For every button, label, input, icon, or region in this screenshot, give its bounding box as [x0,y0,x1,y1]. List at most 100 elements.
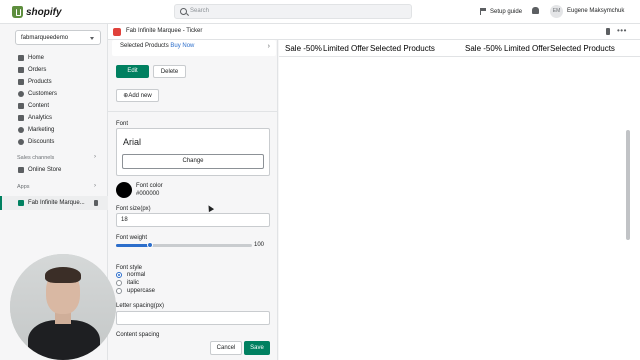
store-icon [18,167,24,173]
font-size-input[interactable]: 18 [116,213,270,227]
sidebar-item-label: Analytics [28,115,53,121]
selected-products-label: Selected Products [120,43,169,49]
change-font-button[interactable]: Change [122,154,264,169]
ticker-item: Selected Products [370,44,435,53]
chevron-right-icon[interactable]: › [94,183,96,189]
sidebar-item-label: Discounts [28,139,55,145]
document-icon [18,103,24,109]
flag-icon [480,8,486,15]
settings-panel: Selected Products Buy Now › Edit Delete … [108,40,278,360]
pin-icon[interactable] [94,200,98,206]
presenter-body [28,320,100,360]
sidebar-item-home[interactable]: Home [0,52,108,64]
font-color-value: #000000 [136,191,160,197]
radio-button[interactable] [116,288,122,294]
content-spacing-label: Content spacing [116,332,160,338]
edit-button[interactable]: Edit [116,65,149,78]
home-icon [18,55,24,61]
font-color-swatch[interactable] [116,182,132,198]
search-input[interactable]: Search [174,4,412,19]
font-style-option[interactable]: uppercase [116,288,155,294]
sidebar-item-label: Content [28,103,50,109]
more-options-icon[interactable]: ••• [617,26,627,35]
sidebar-item-orders[interactable]: Orders [0,64,108,76]
buy-now-link[interactable]: Buy Now [170,43,194,49]
ticker-item: Limited Offer [323,44,369,53]
cancel-button[interactable]: Cancel [210,341,242,355]
user-name[interactable]: Eugene Maksymchuk [567,8,624,14]
scrollbar[interactable] [626,130,630,240]
sales-channels-heading[interactable]: Sales channels [17,155,54,161]
marquee-preview: Sale -50% Limited Offer Selected Product… [279,40,640,360]
sidebar-item-app[interactable]: Fab Infinite Marque... [0,196,108,210]
save-button[interactable]: Save [244,341,270,355]
chevron-right-icon: › [267,43,270,50]
radio-label: uppercase [127,288,156,294]
letter-spacing-label: Letter spacing(px) [116,303,165,309]
apps-heading[interactable]: Apps [17,184,30,190]
sidebar-item-marketing[interactable]: Marketing [0,124,108,136]
radio-button[interactable] [116,272,122,278]
tag-icon [18,79,24,85]
sidebar-item-analytics[interactable]: Analytics [0,112,108,124]
delete-button[interactable]: Delete [153,65,186,78]
add-new-button[interactable]: ⊕Add new [116,89,159,102]
font-weight-slider[interactable] [116,242,252,248]
sidebar-item-label: Orders [28,67,47,73]
font-color-label: Font color [136,183,163,189]
shopify-bag-icon [12,6,23,18]
font-size-label: Font size(px) [116,206,151,212]
font-style-option[interactable]: italic [116,280,139,286]
sidebar-item-discounts[interactable]: Discounts [0,136,108,148]
font-weight-label: Font weight [116,235,148,241]
bar-chart-icon [18,115,24,121]
sidebar-item-label: Online Store [28,167,62,173]
font-style-label: Font style [116,265,143,271]
app-header: Fab Infinite Marquee - Ticker ••• [108,24,640,40]
font-card: Arial Change [116,128,270,176]
bell-icon[interactable] [532,7,539,14]
setup-guide-button[interactable]: Setup guide [480,8,522,15]
radio-label: normal [127,272,146,278]
top-bar: shopify Search Setup guide EM Eugene Mak… [0,0,640,24]
ticker-item: Sale -50% [465,44,502,53]
shopify-logo[interactable]: shopify [12,6,62,18]
webcam-overlay [10,254,116,360]
chevron-down-icon [90,37,94,40]
ticker-item: Limited Offer [504,44,550,53]
sidebar-item-customers[interactable]: Customers [0,88,108,100]
sidebar-nav: Home Orders Products Customers Content A… [0,52,108,148]
selected-products-row[interactable]: Selected Products Buy Now › [112,40,276,56]
font-style-option[interactable]: normal [116,272,145,278]
divider [108,111,277,112]
person-icon [18,91,24,97]
sidebar-item-online-store[interactable]: Online Store [0,164,108,176]
store-selector[interactable]: fabmarqueedemo [15,30,101,45]
slider-handle[interactable] [147,242,153,248]
sidebar-item-label: Products [28,79,52,85]
sidebar-item-label: Fab Infinite Marque... [28,200,85,206]
ticker-item: Selected Products [550,44,615,53]
search-placeholder: Search [190,8,210,14]
radio-button[interactable] [116,280,122,286]
presenter-hair [45,267,81,283]
font-weight-value: 100 [254,242,265,248]
font-label: Font [116,121,129,127]
pin-icon[interactable] [606,28,610,35]
search-icon [180,8,187,15]
store-name: fabmarqueedemo [21,35,69,41]
avatar[interactable]: EM [550,5,563,18]
chevron-right-icon[interactable]: › [94,154,96,160]
sidebar-item-products[interactable]: Products [0,76,108,88]
slider-fill [116,244,150,247]
ticker-item: Sale -50% [285,44,322,53]
orders-icon [18,67,24,73]
discount-icon [18,139,24,145]
target-icon [18,127,24,133]
sidebar-item-label: Customers [28,91,58,97]
radio-label: italic [127,280,140,286]
letter-spacing-input[interactable] [116,311,270,325]
app-logo-icon [113,28,121,36]
sidebar-item-content[interactable]: Content [0,100,108,112]
sidebar-item-label: Home [28,55,45,61]
